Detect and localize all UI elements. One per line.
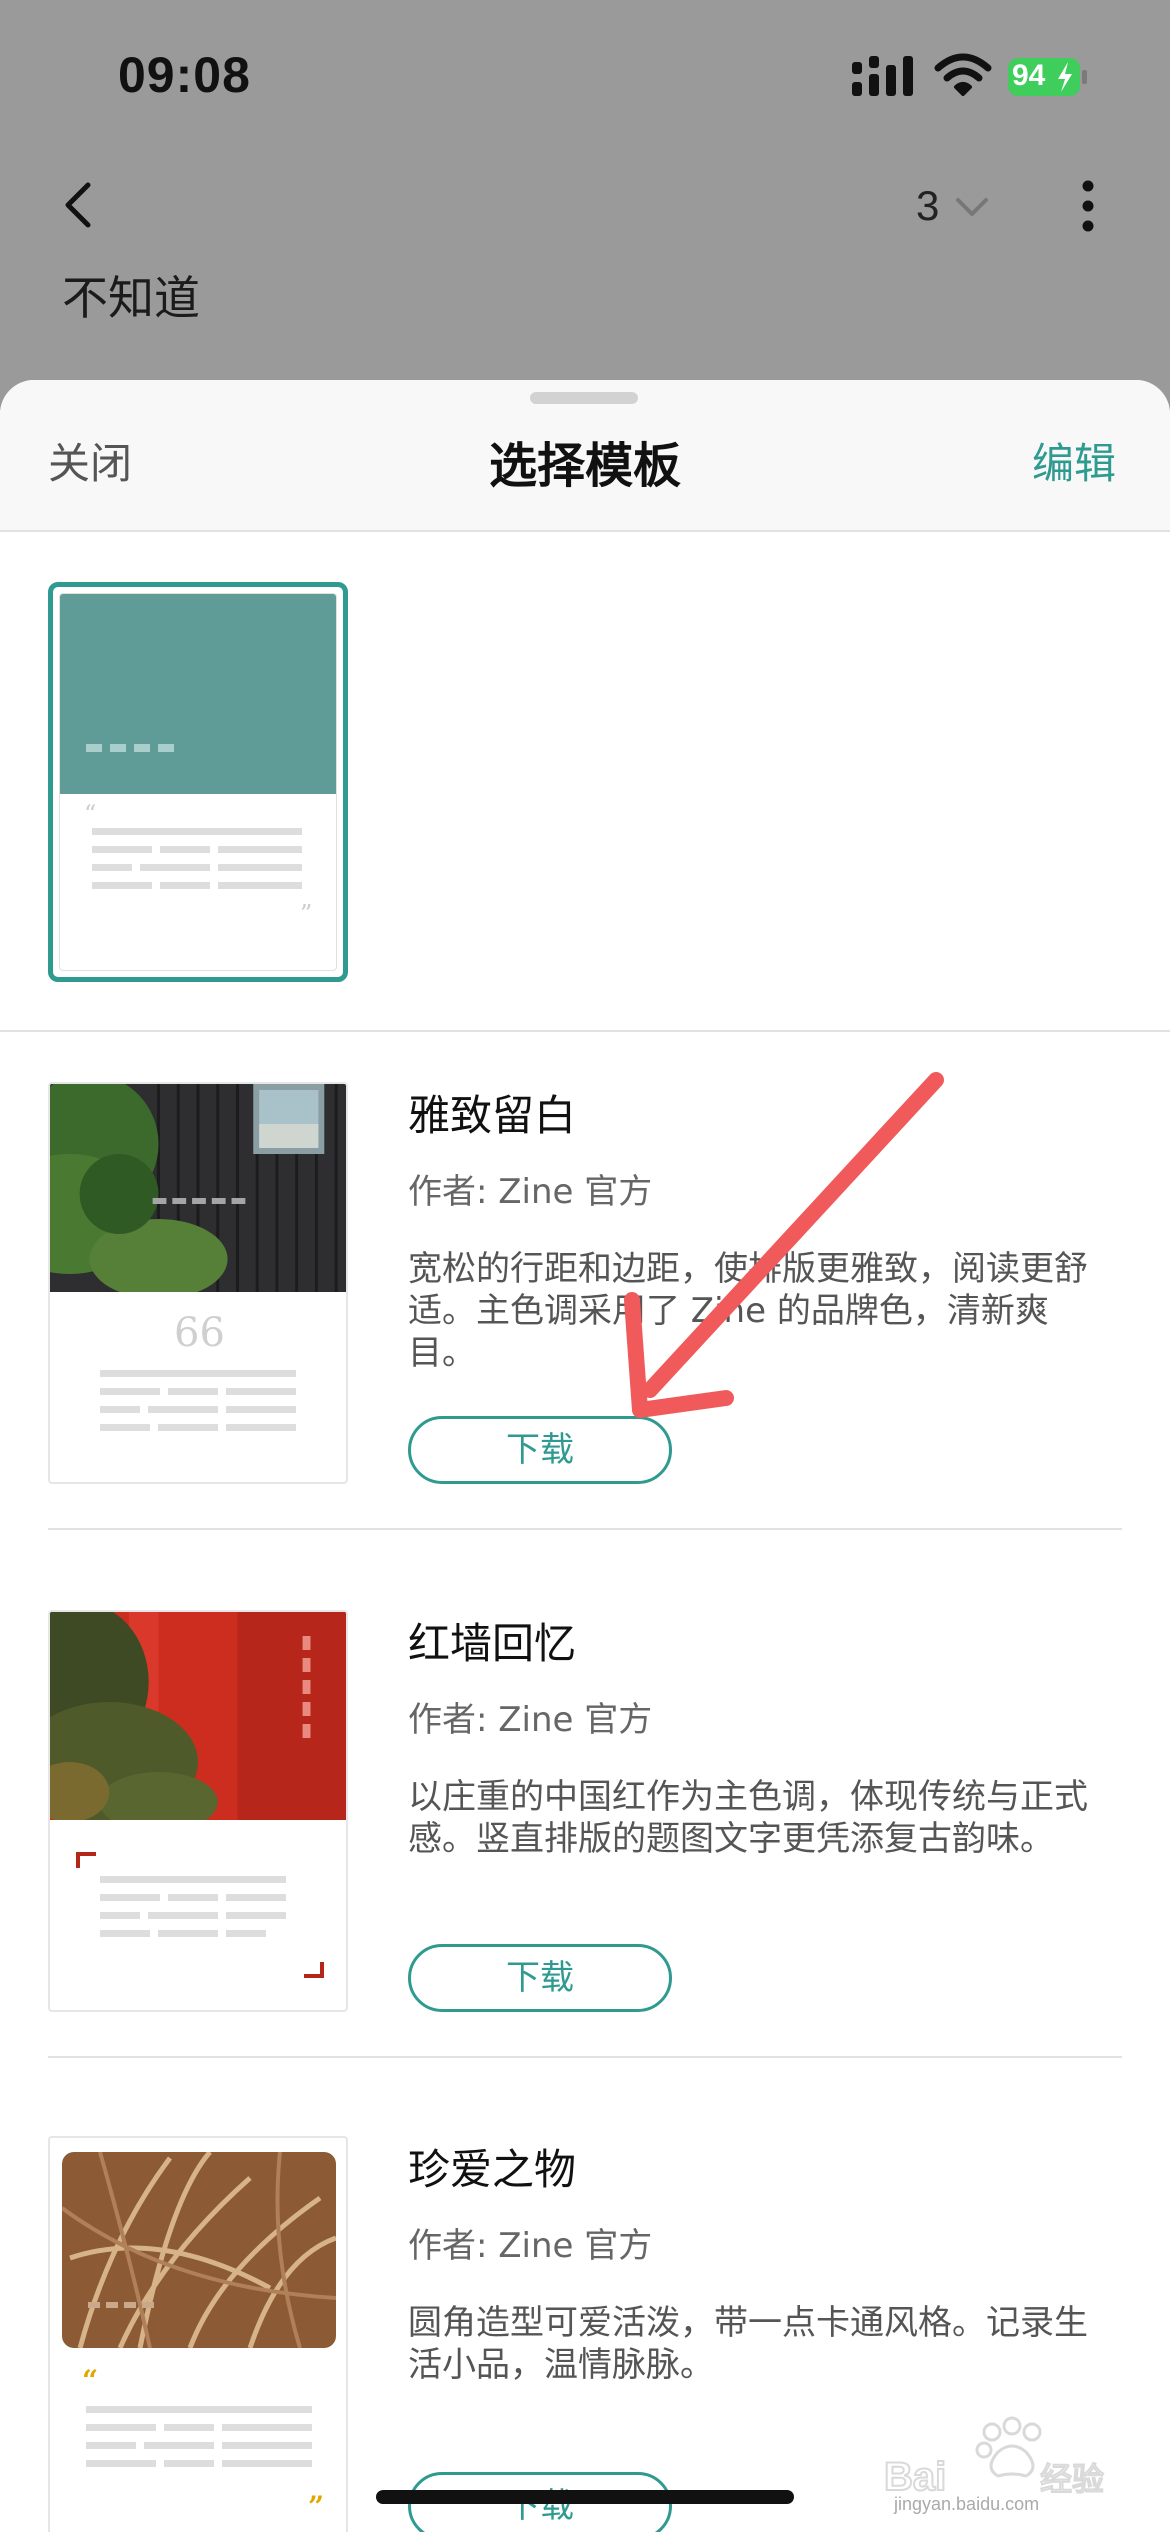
svg-text:“: “ — [84, 800, 96, 828]
battery-indicator: 94 — [1008, 56, 1088, 98]
text-placeholder-lines: “ ” — [84, 800, 312, 928]
section-divider — [0, 1030, 1170, 1032]
template-cover-image — [50, 1084, 346, 1292]
svg-text:”: ” — [308, 2490, 324, 2523]
battery-level: 94 — [1012, 59, 1046, 92]
home-indicator[interactable] — [376, 2490, 794, 2504]
template-thumbnail-3[interactable]: “ ” — [48, 2136, 348, 2532]
more-options-icon[interactable] — [1080, 180, 1096, 232]
svg-text:经验: 经验 — [1040, 2460, 1104, 2498]
template-cover-image — [50, 1612, 346, 1820]
chevron-down-icon[interactable] — [952, 192, 992, 222]
watermark-url: jingyan.baidu.com — [894, 2494, 1040, 2514]
status-bar: 09:08 94 — [0, 0, 1170, 150]
template-header-block — [60, 594, 336, 794]
edit-button[interactable]: 编辑 — [1032, 430, 1116, 491]
template-author: 作者: Zine 官方 — [408, 2226, 653, 2266]
title-placeholder-dashes — [86, 744, 174, 752]
list-divider — [48, 1528, 1122, 1530]
back-chevron-icon[interactable] — [58, 180, 98, 230]
template-description: 以庄重的中国红作为主色调，体现传统与正式感。竖直排版的题图文字更凭添复古韵味。 — [408, 1777, 1088, 1859]
sheet-title: 选择模板 — [488, 438, 681, 494]
download-button[interactable]: 下载 — [408, 1944, 672, 2012]
background-page-title: 不知道 — [62, 271, 200, 325]
template-name: 珍爱之物 — [408, 2145, 577, 2194]
template-picker-sheet: 关闭 选择模板 编辑 “ ” 66 雅致留白 作者: Zine 官方 宽松的行距… — [0, 380, 1170, 2532]
text-placeholder-lines: 66 — [100, 1310, 296, 1431]
sheet-header: 关闭 选择模板 编辑 — [0, 380, 1170, 532]
template-description: 宽松的行距和边距，使排版更雅致，阅读更舒适。主色调采用了 Zine 的品牌色，清… — [408, 1249, 1088, 1373]
template-thumbnail-1[interactable]: 66 — [48, 1082, 348, 1484]
page-number[interactable]: 3 — [916, 182, 939, 230]
template-name: 红墙回忆 — [408, 1619, 577, 1668]
list-divider — [48, 2056, 1122, 2058]
template-description: 圆角造型可爱活泼，带一点卡通风格。记录生活小品，温情脉脉。 — [408, 2303, 1088, 2385]
wifi-icon — [934, 53, 992, 96]
status-time: 09:08 — [118, 47, 251, 103]
template-thumbnail-2[interactable] — [48, 1610, 348, 2012]
selected-template-thumbnail[interactable]: “ ” — [48, 582, 348, 982]
text-placeholder-lines — [76, 1852, 324, 1978]
svg-text:66: 66 — [174, 1310, 225, 1356]
template-author: 作者: Zine 官方 — [408, 1700, 653, 1740]
download-button[interactable]: 下载 — [408, 1416, 672, 1484]
template-author: 作者: Zine 官方 — [408, 1172, 653, 1212]
svg-text:Bai: Bai — [884, 2455, 946, 2499]
svg-text:”: ” — [300, 900, 312, 928]
template-name: 雅致留白 — [408, 1091, 577, 1140]
svg-text:“: “ — [82, 2364, 98, 2397]
sheet-grabber[interactable] — [530, 392, 638, 404]
cellular-signal-icon — [852, 56, 913, 96]
template-cover-image: “ ” — [62, 2152, 336, 2523]
